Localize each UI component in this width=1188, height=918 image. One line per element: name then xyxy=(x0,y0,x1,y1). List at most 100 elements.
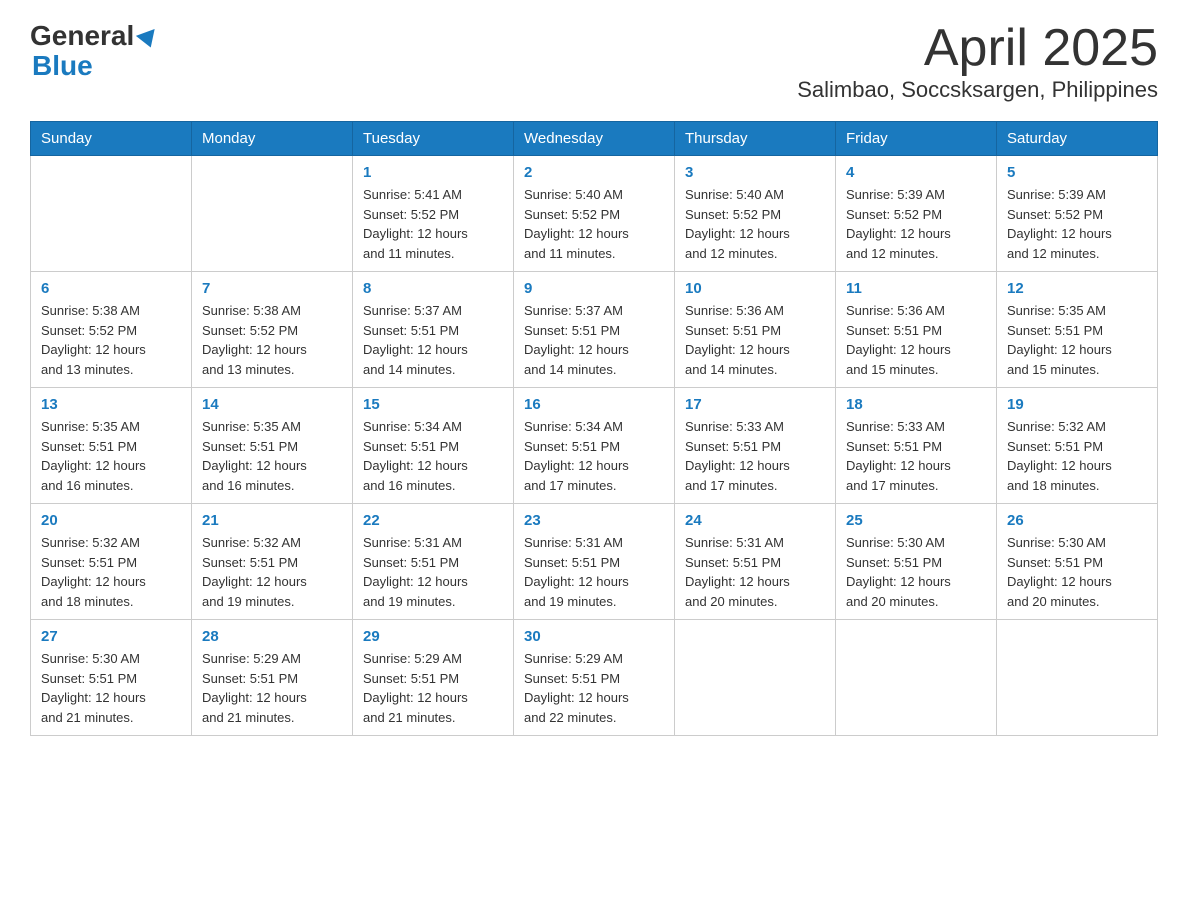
day-info: Sunrise: 5:36 AM Sunset: 5:51 PM Dayligh… xyxy=(846,301,986,379)
day-number: 3 xyxy=(685,164,825,181)
day-number: 1 xyxy=(363,164,503,181)
calendar-cell: 27 Sunrise: 5:30 AM Sunset: 5:51 PM Dayli… xyxy=(31,620,192,736)
calendar-cell: 7 Sunrise: 5:38 AM Sunset: 5:52 PM Daylig… xyxy=(192,272,353,388)
calendar-cell: 2 Sunrise: 5:40 AM Sunset: 5:52 PM Daylig… xyxy=(514,156,675,272)
logo: General Blue xyxy=(30,20,158,80)
day-number: 10 xyxy=(685,280,825,297)
day-number: 24 xyxy=(685,512,825,529)
day-info: Sunrise: 5:31 AM Sunset: 5:51 PM Dayligh… xyxy=(363,533,503,611)
day-number: 17 xyxy=(685,396,825,413)
day-info: Sunrise: 5:30 AM Sunset: 5:51 PM Dayligh… xyxy=(41,649,181,727)
calendar-title: April 2025 xyxy=(797,20,1158,77)
title-block: April 2025 Salimbao, Soccsksargen, Phili… xyxy=(797,20,1158,103)
calendar-cell: 30Sunrise: 5:29 AM Sunset: 5:51 PM Dayli… xyxy=(514,620,675,736)
day-info: Sunrise: 5:39 AM Sunset: 5:52 PM Dayligh… xyxy=(1007,185,1147,263)
day-info: Sunrise: 5:35 AM Sunset: 5:51 PM Dayligh… xyxy=(1007,301,1147,379)
week-row: 27 Sunrise: 5:30 AM Sunset: 5:51 PM Dayli… xyxy=(31,620,1158,736)
calendar-cell: 23 Sunrise: 5:31 AM Sunset: 5:51 PM Dayli… xyxy=(514,504,675,620)
day-info: Sunrise: 5:35 AM Sunset: 5:51 PM Dayligh… xyxy=(41,417,181,495)
day-number: 29 xyxy=(363,628,503,645)
calendar-cell: 8Sunrise: 5:37 AM Sunset: 5:51 PM Daylig… xyxy=(353,272,514,388)
day-of-week-header: Sunday xyxy=(31,122,192,156)
day-number: 26 xyxy=(1007,512,1147,529)
calendar-cell xyxy=(836,620,997,736)
day-info: Sunrise: 5:39 AM Sunset: 5:52 PM Dayligh… xyxy=(846,185,986,263)
day-number: 8 xyxy=(363,280,503,297)
calendar-cell: 16Sunrise: 5:34 AM Sunset: 5:51 PM Dayli… xyxy=(514,388,675,504)
calendar-cell: 26 Sunrise: 5:30 AM Sunset: 5:51 PM Dayli… xyxy=(997,504,1158,620)
day-info: Sunrise: 5:40 AM Sunset: 5:52 PM Dayligh… xyxy=(524,185,664,263)
week-row: 1 Sunrise: 5:41 AM Sunset: 5:52 PM Daylig… xyxy=(31,156,1158,272)
day-of-week-header: Tuesday xyxy=(353,122,514,156)
day-number: 2 xyxy=(524,164,664,181)
day-number: 22 xyxy=(363,512,503,529)
day-number: 15 xyxy=(363,396,503,413)
day-number: 9 xyxy=(524,280,664,297)
day-number: 25 xyxy=(846,512,986,529)
day-number: 11 xyxy=(846,280,986,297)
day-info: Sunrise: 5:29 AM Sunset: 5:51 PM Dayligh… xyxy=(202,649,342,727)
day-number: 28 xyxy=(202,628,342,645)
calendar-cell: 5 Sunrise: 5:39 AM Sunset: 5:52 PM Daylig… xyxy=(997,156,1158,272)
week-row: 6 Sunrise: 5:38 AM Sunset: 5:52 PM Daylig… xyxy=(31,272,1158,388)
day-of-week-header: Thursday xyxy=(675,122,836,156)
day-of-week-header: Wednesday xyxy=(514,122,675,156)
calendar-cell: 21Sunrise: 5:32 AM Sunset: 5:51 PM Dayli… xyxy=(192,504,353,620)
calendar-cell: 3 Sunrise: 5:40 AM Sunset: 5:52 PM Daylig… xyxy=(675,156,836,272)
calendar-cell xyxy=(997,620,1158,736)
day-info: Sunrise: 5:32 AM Sunset: 5:51 PM Dayligh… xyxy=(1007,417,1147,495)
calendar-location: Salimbao, Soccsksargen, Philippines xyxy=(797,77,1158,103)
week-row: 20 Sunrise: 5:32 AM Sunset: 5:51 PM Dayli… xyxy=(31,504,1158,620)
day-info: Sunrise: 5:40 AM Sunset: 5:52 PM Dayligh… xyxy=(685,185,825,263)
day-of-week-header: Monday xyxy=(192,122,353,156)
day-info: Sunrise: 5:31 AM Sunset: 5:51 PM Dayligh… xyxy=(685,533,825,611)
calendar-cell xyxy=(675,620,836,736)
day-info: Sunrise: 5:38 AM Sunset: 5:52 PM Dayligh… xyxy=(41,301,181,379)
calendar-cell xyxy=(192,156,353,272)
days-of-week-row: SundayMondayTuesdayWednesdayThursdayFrid… xyxy=(31,122,1158,156)
calendar-table: SundayMondayTuesdayWednesdayThursdayFrid… xyxy=(30,121,1158,736)
day-info: Sunrise: 5:33 AM Sunset: 5:51 PM Dayligh… xyxy=(846,417,986,495)
calendar-cell: 13 Sunrise: 5:35 AM Sunset: 5:51 PM Dayli… xyxy=(31,388,192,504)
day-number: 6 xyxy=(41,280,181,297)
page-header: General Blue April 2025 Salimbao, Soccsk… xyxy=(30,20,1158,103)
day-info: Sunrise: 5:31 AM Sunset: 5:51 PM Dayligh… xyxy=(524,533,664,611)
day-number: 5 xyxy=(1007,164,1147,181)
calendar-cell: 12Sunrise: 5:35 AM Sunset: 5:51 PM Dayli… xyxy=(997,272,1158,388)
calendar-cell: 29Sunrise: 5:29 AM Sunset: 5:51 PM Dayli… xyxy=(353,620,514,736)
day-number: 4 xyxy=(846,164,986,181)
day-number: 23 xyxy=(524,512,664,529)
day-number: 18 xyxy=(846,396,986,413)
day-number: 30 xyxy=(524,628,664,645)
day-number: 7 xyxy=(202,280,342,297)
calendar-cell: 17Sunrise: 5:33 AM Sunset: 5:51 PM Dayli… xyxy=(675,388,836,504)
day-info: Sunrise: 5:41 AM Sunset: 5:52 PM Dayligh… xyxy=(363,185,503,263)
day-info: Sunrise: 5:34 AM Sunset: 5:51 PM Dayligh… xyxy=(363,417,503,495)
day-number: 20 xyxy=(41,512,181,529)
calendar-cell: 28 Sunrise: 5:29 AM Sunset: 5:51 PM Dayli… xyxy=(192,620,353,736)
day-info: Sunrise: 5:38 AM Sunset: 5:52 PM Dayligh… xyxy=(202,301,342,379)
day-info: Sunrise: 5:30 AM Sunset: 5:51 PM Dayligh… xyxy=(1007,533,1147,611)
calendar-cell: 14 Sunrise: 5:35 AM Sunset: 5:51 PM Dayli… xyxy=(192,388,353,504)
calendar-cell: 9 Sunrise: 5:37 AM Sunset: 5:51 PM Daylig… xyxy=(514,272,675,388)
logo-arrow-icon xyxy=(136,29,160,51)
calendar-cell: 18 Sunrise: 5:33 AM Sunset: 5:51 PM Dayli… xyxy=(836,388,997,504)
day-number: 19 xyxy=(1007,396,1147,413)
day-number: 13 xyxy=(41,396,181,413)
day-number: 27 xyxy=(41,628,181,645)
calendar-cell: 4 Sunrise: 5:39 AM Sunset: 5:52 PM Daylig… xyxy=(836,156,997,272)
calendar-cell xyxy=(31,156,192,272)
logo-blue-text: Blue xyxy=(32,52,93,80)
day-info: Sunrise: 5:30 AM Sunset: 5:51 PM Dayligh… xyxy=(846,533,986,611)
calendar-cell: 24 Sunrise: 5:31 AM Sunset: 5:51 PM Dayli… xyxy=(675,504,836,620)
calendar-cell: 15 Sunrise: 5:34 AM Sunset: 5:51 PM Dayli… xyxy=(353,388,514,504)
week-row: 13 Sunrise: 5:35 AM Sunset: 5:51 PM Dayli… xyxy=(31,388,1158,504)
day-info: Sunrise: 5:37 AM Sunset: 5:51 PM Dayligh… xyxy=(524,301,664,379)
day-info: Sunrise: 5:32 AM Sunset: 5:51 PM Dayligh… xyxy=(202,533,342,611)
calendar-cell: 6 Sunrise: 5:38 AM Sunset: 5:52 PM Daylig… xyxy=(31,272,192,388)
calendar-cell: 1 Sunrise: 5:41 AM Sunset: 5:52 PM Daylig… xyxy=(353,156,514,272)
day-info: Sunrise: 5:35 AM Sunset: 5:51 PM Dayligh… xyxy=(202,417,342,495)
day-number: 14 xyxy=(202,396,342,413)
day-info: Sunrise: 5:36 AM Sunset: 5:51 PM Dayligh… xyxy=(685,301,825,379)
day-of-week-header: Saturday xyxy=(997,122,1158,156)
